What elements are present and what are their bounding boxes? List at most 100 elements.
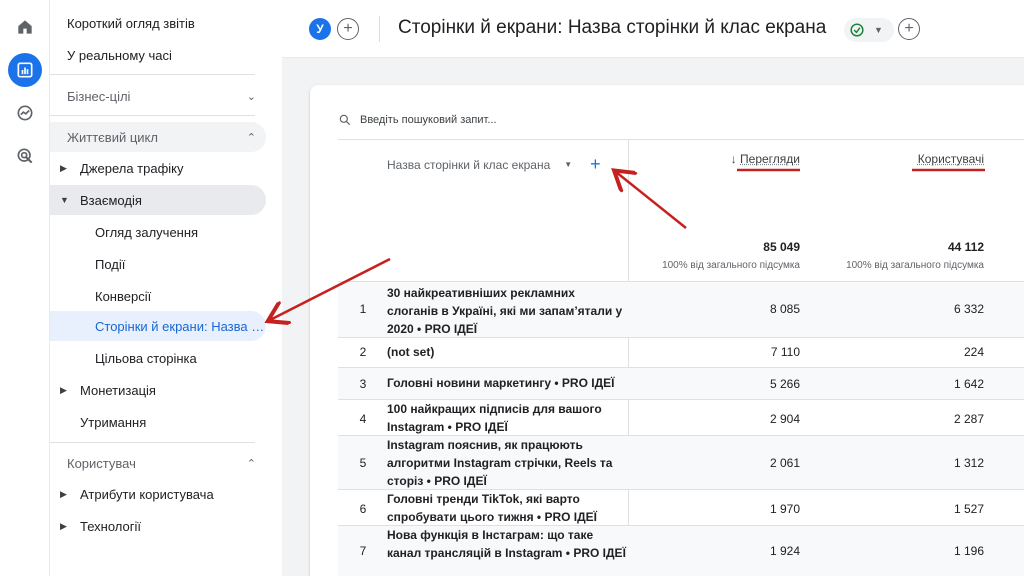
views-column-header[interactable]: ↓ Перегляди [710,152,800,166]
nav-user-attributes[interactable]: ▶ Атрибути користувача [50,479,266,509]
caret-down-icon: ▼ [60,195,69,205]
dropdown-arrow-icon[interactable]: ▼ [564,160,572,169]
nav-lifecycle[interactable]: Життєвий цикл ⌃ [50,122,266,152]
row-number: 1 [359,302,367,316]
table-row[interactable]: 3 Головні новини маркетингу • PRO ІДЕЇ 5… [338,367,1024,399]
table-row[interactable]: 7 Нова функція в Інстаграм: що таке кана… [338,525,1024,576]
views-total-percent: 100% від загального підсумка [662,260,800,271]
users-column-header[interactable]: Користувачі [884,152,984,166]
nav-divider [50,74,255,75]
nav-traffic-sources[interactable]: ▶ Джерела трафіку [50,153,266,183]
check-circle-icon [850,23,864,37]
users-total-percent: 100% від загального підсумка [846,260,984,271]
nav-technologies[interactable]: ▶ Технології [50,511,266,541]
chevron-up-icon: ⌃ [246,131,256,144]
row-views: 7 110 [770,345,800,359]
row-page-title[interactable]: Instagram пояснив, як працюють алгоритми… [387,436,627,490]
nav-label: Події [95,256,126,272]
table-row[interactable]: 4 100 найкращих підписів для вашого Inst… [338,399,1024,435]
dimension-header-label: Назва сторінки й клас екрана [387,157,551,172]
table-row[interactable]: 2 (not set) 7 110 224 [338,337,1024,367]
search-icon [339,114,351,126]
avatar[interactable]: У [309,18,331,40]
row-views: 2 061 [769,456,800,470]
reports-nav: Короткий огляд звітів У реальному часі Б… [50,0,282,576]
search-input[interactable]: Введіть пошуковий запит... [360,114,497,126]
views-total: 85 049 [763,240,800,254]
nav-label: Джерела трафіку [80,160,184,176]
row-page-title[interactable]: 30 найкреативніших рекламних слоганів в … [387,284,627,338]
row-users: 224 [963,345,984,359]
table-row[interactable]: 1 30 найкреативніших рекламних слоганів … [338,281,1024,337]
nav-user[interactable]: Користувач ⌃ [50,448,266,478]
row-views: 1 924 [769,544,800,558]
avatar-initial: У [316,22,324,36]
row-page-title[interactable]: (not set) [387,343,627,361]
nav-label: Технології [80,518,141,534]
row-number: 4 [359,412,367,426]
nav-label: Цільова сторінка [95,350,197,366]
report-table-card: Введіть пошуковий запит... Назва сторінк… [310,85,1024,576]
row-number: 2 [359,345,367,359]
row-users: 1 642 [953,377,984,391]
nav-label: Сторінки й екрани: Назва сторінки й клас… [95,318,266,334]
caret-right-icon: ▶ [60,384,67,395]
nav-realtime[interactable]: У реальному часі [50,40,266,70]
row-number: 6 [359,502,367,516]
nav-divider [50,442,255,443]
nav-pages-and-screens[interactable]: Сторінки й екрани: Назва сторінки й клас… [50,311,266,341]
chevron-up-icon: ⌃ [246,457,256,470]
page-title: Сторінки й екрани: Назва сторінки й клас… [398,17,827,38]
row-page-title[interactable]: Головні новини маркетингу • PRO ІДЕЇ [387,374,627,392]
search-divider [338,139,1024,140]
row-page-title[interactable]: 100 найкращих підписів для вашого Instag… [387,400,627,436]
nav-label: Короткий огляд звітів [67,15,195,31]
nav-reports-snapshot[interactable]: Короткий огляд звітів [50,8,266,38]
reports-icon[interactable] [8,53,42,87]
row-views: 5 266 [769,377,800,391]
add-icon[interactable]: + [898,18,920,40]
row-number: 7 [359,544,367,558]
nav-label: У реальному часі [67,47,172,63]
home-icon[interactable] [8,10,42,44]
users-total: 44 112 [947,240,984,254]
row-page-title[interactable]: Нова функція в Інстаграм: що таке канал … [387,526,627,562]
explore-icon[interactable] [8,96,42,130]
row-views: 2 904 [769,412,800,426]
nav-events[interactable]: Події [50,249,266,279]
status-dropdown[interactable]: ▼ [844,18,894,42]
nav-label: Монетизація [80,382,156,398]
row-users: 1 312 [953,456,984,470]
sort-arrow-down-icon: ↓ [730,152,737,166]
nav-label: Огляд залучення [95,224,199,240]
table-row[interactable]: 6 Головні тренди TikTok, які варто спроб… [338,489,1024,525]
advertising-icon[interactable] [8,139,42,173]
caret-right-icon: ▶ [60,162,67,173]
nav-engagement[interactable]: ▼ Взаємодія [50,185,266,215]
nav-label: Атрибути користувача [80,486,214,502]
nav-business-goals[interactable]: Бізнес-цілі ⌄ [50,81,266,111]
nav-conversions[interactable]: Конверсії [50,281,266,311]
nav-label: Бізнес-цілі [67,88,131,104]
chevron-down-icon: ⌄ [246,90,256,103]
nav-label: Життєвий цикл [67,129,158,145]
dimension-header[interactable]: Назва сторінки й клас екрана ▼ + [387,154,601,175]
nav-monetization[interactable]: ▶ Монетизація [50,375,266,405]
views-header-label: Перегляди [740,152,800,166]
row-users: 1 527 [953,502,984,516]
nav-label: Користувач [67,455,136,471]
nav-engagement-overview[interactable]: Огляд залучення [50,217,266,247]
nav-landing-page[interactable]: Цільова сторінка [50,343,266,373]
caret-right-icon: ▶ [60,488,67,499]
analytics-screen: Короткий огляд звітів У реальному часі Б… [0,0,1024,576]
table-row[interactable]: 5 Instagram пояснив, як працюють алгорит… [338,435,1024,489]
row-views: 8 085 [769,302,800,316]
nav-label: Взаємодія [80,192,142,208]
caret-right-icon: ▶ [60,520,67,531]
add-comparison-icon[interactable]: + [337,18,359,40]
nav-retention[interactable]: Утримання [50,407,266,437]
add-dimension-icon[interactable]: + [590,154,601,175]
table-search[interactable]: Введіть пошуковий запит... [338,113,497,127]
row-page-title[interactable]: Головні тренди TikTok, які варто спробув… [387,490,627,526]
row-users: 2 287 [953,412,984,426]
